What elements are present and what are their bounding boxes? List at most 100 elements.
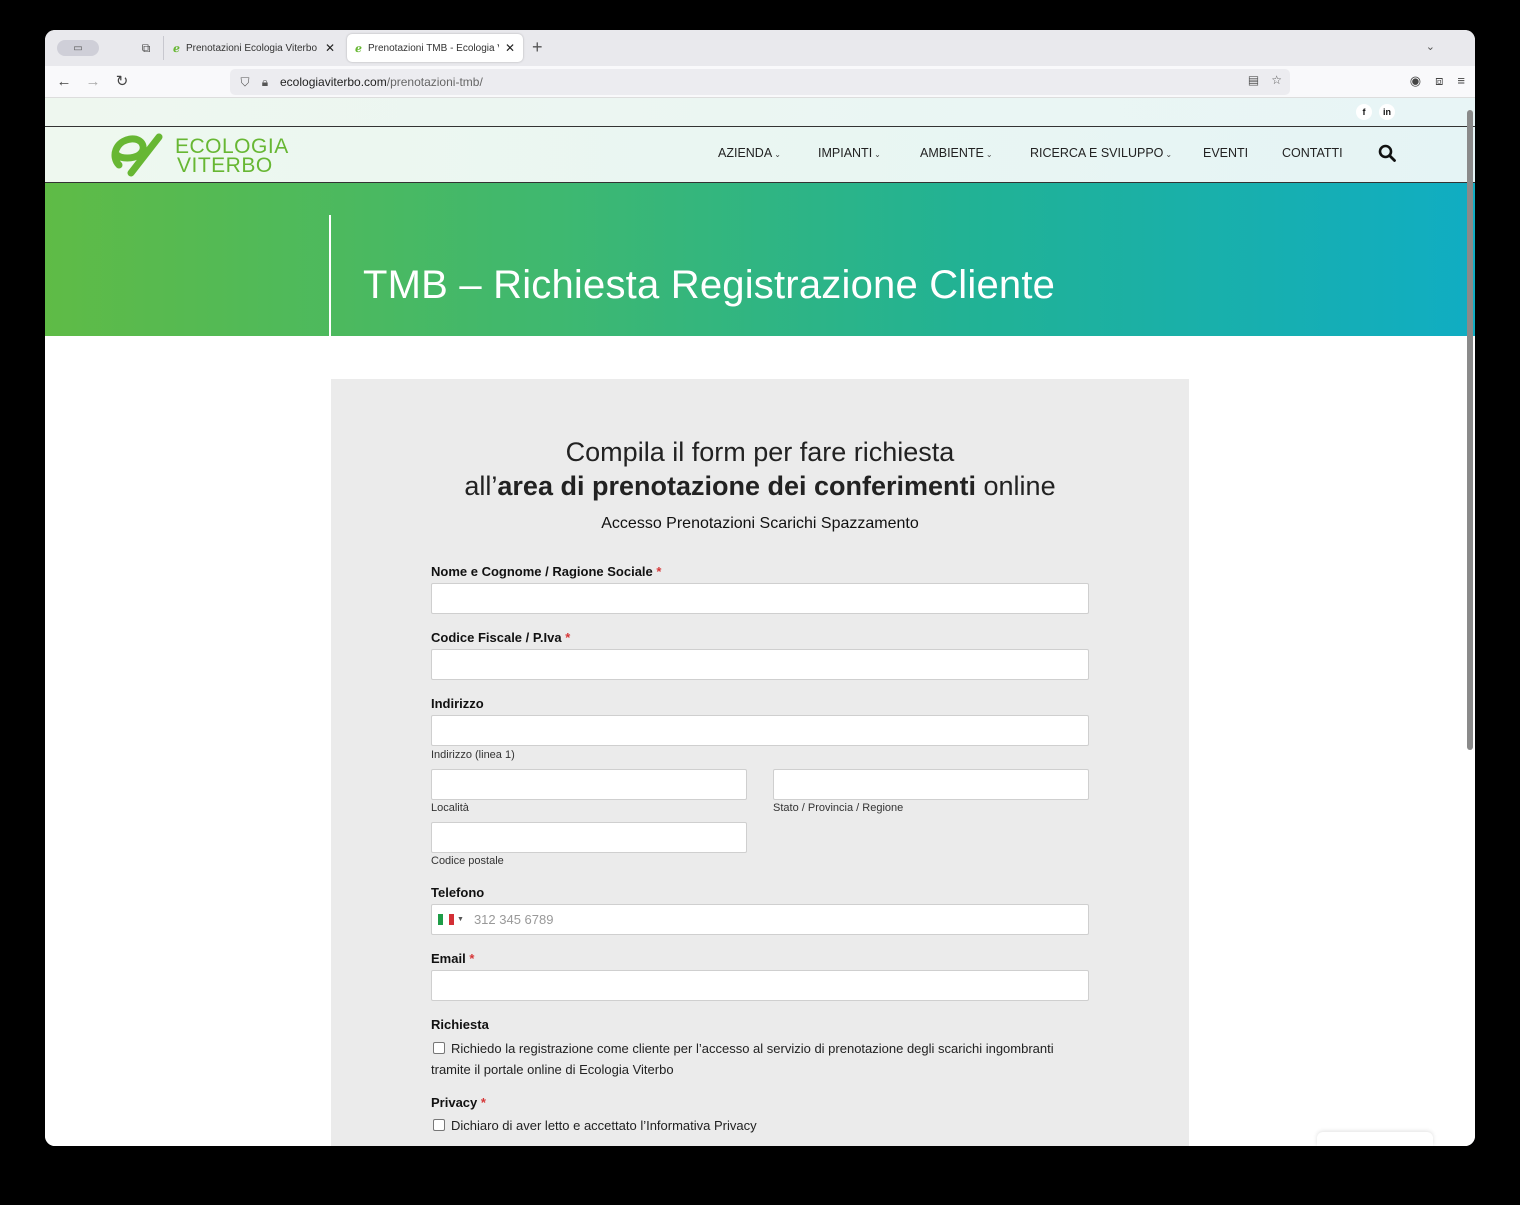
hero-divider xyxy=(329,215,331,336)
facebook-icon[interactable]: f xyxy=(1356,104,1372,120)
required-mark: * xyxy=(656,564,662,579)
registration-form: Compila il form per fare richiesta all’a… xyxy=(331,379,1189,1146)
request-label: Richiesta xyxy=(431,1017,489,1032)
tab-divider xyxy=(163,36,164,60)
form-heading-line-1: Compila il form per fare richiesta xyxy=(565,437,955,467)
address-label: Indirizzo xyxy=(431,696,484,711)
cf-label: Codice Fiscale / P.Iva * xyxy=(431,630,571,645)
tab-prenotazioni-tmb[interactable]: ℯ Prenotazioni TMB - Ecologia Vit ✕ xyxy=(347,34,523,62)
lock-icon[interactable]: 🔒︎ xyxy=(256,75,274,90)
web-page: f in ECOLOGIA VITERBO AZIENDA ⌄ IMPIANTI ⌄… xyxy=(45,98,1475,1146)
address-line1-sublabel: Indirizzo (linea 1) xyxy=(431,749,515,761)
shield-icon[interactable]: ⛉ xyxy=(236,75,254,90)
navigation-toolbar: ← → ↻ ⛉ 🔒︎ ecologiaviterbo.com/prenotazi… xyxy=(45,66,1475,98)
tab-list-icon[interactable]: ⧉ xyxy=(137,39,155,57)
menu-label: AMBIENTE xyxy=(920,146,984,160)
form-subheading: Accesso Prenotazioni Scarichi Spazzament… xyxy=(601,515,919,532)
menu-item-azienda[interactable]: AZIENDA ⌄ xyxy=(718,146,781,160)
email-field[interactable] xyxy=(431,970,1089,1001)
page-title: TMB – Richiesta Registrazione Cliente xyxy=(363,263,1056,307)
hamburger-menu-icon[interactable]: ≡ xyxy=(1457,73,1465,89)
new-tab-icon[interactable]: + xyxy=(532,38,543,56)
menu-item-contatti[interactable]: CONTATTI xyxy=(1282,146,1343,160)
close-tab-icon[interactable]: ✕ xyxy=(505,41,515,55)
privacy-option: Dichiaro di aver letto e accettato l’Inf… xyxy=(431,1115,1091,1136)
site-header: ECOLOGIA VITERBO AZIENDA ⌄ IMPIANTI ⌄ AMBI… xyxy=(45,127,1475,183)
zip-field[interactable] xyxy=(431,822,747,853)
menu-label: RICERCA E SVILUPPO xyxy=(1030,146,1164,160)
forward-arrow-icon[interactable]: → xyxy=(83,72,103,92)
tab-title: Prenotazioni Ecologia Viterbo | E xyxy=(186,42,319,54)
request-option: Richiedo la registrazione come cliente p… xyxy=(431,1038,1091,1080)
url-path: /prenotazioni-tmb/ xyxy=(386,75,483,89)
request-checkbox[interactable] xyxy=(433,1042,445,1054)
menu-label: AZIENDA xyxy=(718,146,773,160)
name-field[interactable] xyxy=(431,583,1089,614)
privacy-label: Privacy * xyxy=(431,1095,486,1110)
url-host: ecologiaviterbo.com xyxy=(280,75,387,89)
menu-label: CONTATTI xyxy=(1282,146,1343,160)
site-logo[interactable]: ECOLOGIA VITERBO xyxy=(109,133,289,177)
tab-title: Prenotazioni TMB - Ecologia Vit xyxy=(368,42,499,54)
state-sublabel: Stato / Provincia / Regione xyxy=(773,802,904,814)
menu-label: EVENTI xyxy=(1203,146,1249,160)
state-field[interactable] xyxy=(773,769,1089,800)
tab-strip: ▭ ⧉ ℯ Prenotazioni Ecologia Viterbo | E … xyxy=(45,30,1475,66)
top-social-bar: f in xyxy=(45,98,1475,127)
account-icon[interactable]: ◉ xyxy=(1410,73,1421,89)
tab-prenotazioni-ecologia[interactable]: ℯ Prenotazioni Ecologia Viterbo | E ✕ xyxy=(165,34,343,62)
form-heading: Compila il form per fare richiesta all’a… xyxy=(331,435,1189,503)
form-heading-line-2: all’area di prenotazione dei conferiment… xyxy=(331,469,1189,503)
privacy-checkbox[interactable] xyxy=(433,1119,445,1131)
back-arrow-icon[interactable]: ← xyxy=(54,72,74,92)
phone-field[interactable]: ▼ 312 345 6789 xyxy=(431,904,1089,935)
heading-bold: area di prenotazione dei conferimenti xyxy=(497,471,977,501)
ecologia-logo-icon xyxy=(111,133,163,177)
cf-field[interactable] xyxy=(431,649,1089,680)
address-bar[interactable]: ⛉ 🔒︎ ecologiaviterbo.com/prenotazioni-tm… xyxy=(230,69,1290,95)
city-field[interactable] xyxy=(431,769,747,800)
bookmark-star-icon[interactable]: ☆ xyxy=(1271,73,1282,87)
request-text: Richiedo la registrazione come cliente p… xyxy=(431,1041,1054,1077)
required-mark: * xyxy=(480,1095,486,1110)
city-sublabel: Località xyxy=(431,802,469,814)
privacy-text: Dichiaro di aver letto e accettato l’Inf… xyxy=(451,1118,757,1133)
browser-window: ▭ ⧉ ℯ Prenotazioni Ecologia Viterbo | E … xyxy=(45,30,1475,1146)
page-scrollbar[interactable] xyxy=(1465,98,1475,1146)
reader-view-icon[interactable]: ▤ xyxy=(1248,73,1259,87)
chevron-down-icon: ⌄ xyxy=(774,150,781,159)
menu-label: IMPIANTI xyxy=(818,146,873,160)
chevron-down-icon: ⌄ xyxy=(985,150,993,159)
scrollbar-thumb[interactable] xyxy=(1467,110,1473,750)
search-icon[interactable] xyxy=(1378,144,1396,162)
extensions-icon[interactable]: ⧈ xyxy=(1435,73,1443,89)
hero-banner: TMB – Richiesta Registrazione Cliente xyxy=(45,183,1475,336)
heading-pre: all’ xyxy=(464,471,498,501)
chevron-down-icon: ⌄ xyxy=(1165,150,1173,159)
menu-item-ricerca-e-sviluppo[interactable]: RICERCA E SVILUPPO ⌄ xyxy=(1030,146,1172,160)
chevron-down-icon[interactable]: ⌄ xyxy=(1426,40,1435,53)
address-line1-field[interactable] xyxy=(431,715,1089,746)
country-selector[interactable]: ▼ xyxy=(438,914,464,925)
zip-sublabel: Codice postale xyxy=(431,855,504,867)
email-label: Email * xyxy=(431,951,475,966)
menu-item-eventi[interactable]: EVENTI xyxy=(1203,146,1248,160)
name-label: Nome e Cognome / Ragione Sociale * xyxy=(431,564,662,579)
close-tab-icon[interactable]: ✕ xyxy=(325,41,335,55)
sidebar-toggle-button[interactable]: ▭ xyxy=(57,40,99,56)
logo-text: ECOLOGIA VITERBO xyxy=(175,136,289,177)
chevron-down-icon: ⌄ xyxy=(874,150,881,159)
caret-down-icon: ▼ xyxy=(457,916,464,923)
reload-icon[interactable]: ↻ xyxy=(112,72,132,92)
logo-line-2: VITERBO xyxy=(177,154,273,177)
phone-label: Telefono xyxy=(431,885,485,900)
italy-flag-icon xyxy=(438,914,454,925)
required-mark: * xyxy=(565,630,571,645)
phone-placeholder: 312 345 6789 xyxy=(473,912,554,927)
heading-post: online xyxy=(976,471,1056,501)
required-mark: * xyxy=(469,951,475,966)
menu-item-ambiente[interactable]: AMBIENTE ⌄ xyxy=(920,146,993,160)
linkedin-icon[interactable]: in xyxy=(1379,104,1395,120)
recaptcha-badge[interactable] xyxy=(1317,1132,1433,1146)
menu-item-impianti[interactable]: IMPIANTI ⌄ xyxy=(818,146,881,160)
